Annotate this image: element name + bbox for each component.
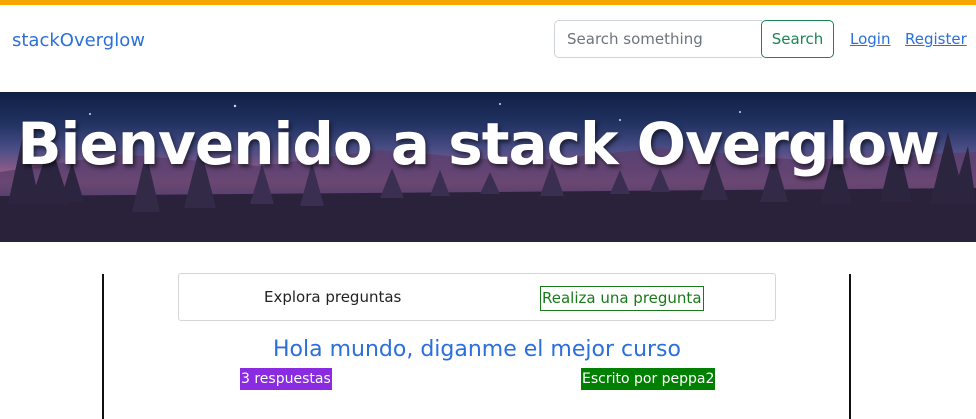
search-input[interactable]: [554, 20, 762, 58]
answers-count-badge: 3 respuestas: [240, 368, 332, 390]
question-title-link[interactable]: Hola mundo, diganme el mejor curso: [0, 337, 954, 362]
login-link[interactable]: Login: [850, 30, 890, 48]
hero-title: Bienvenido a stack Overglow: [17, 110, 939, 178]
tab-explore-questions[interactable]: Explora preguntas: [264, 288, 401, 306]
hero-banner: Bienvenido a stack Overglow: [0, 92, 976, 242]
author-badge: Escrito por peppa2: [581, 368, 716, 390]
register-link[interactable]: Register: [905, 30, 967, 48]
navbar: stackOverglow Search Login Register: [0, 5, 976, 92]
question-tabs: Explora preguntas Realiza una pregunta: [178, 273, 776, 321]
tab-ask-question[interactable]: Realiza una pregunta: [540, 286, 704, 311]
search-button[interactable]: Search: [761, 20, 834, 58]
brand-link[interactable]: stackOverglow: [12, 30, 145, 51]
